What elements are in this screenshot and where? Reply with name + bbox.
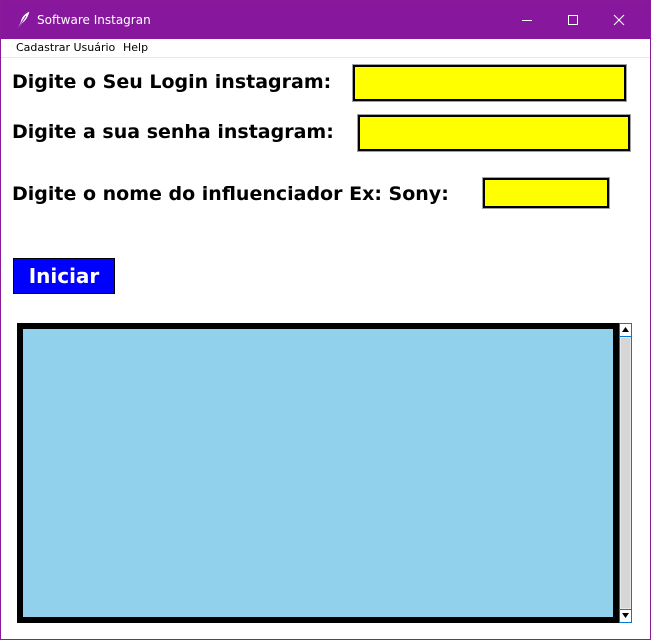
scroll-up-button[interactable] bbox=[620, 324, 631, 337]
minimize-icon bbox=[522, 20, 532, 21]
close-button[interactable] bbox=[596, 1, 642, 39]
close-icon bbox=[613, 14, 625, 26]
login-label: Digite o Seu Login instagram: bbox=[12, 71, 332, 93]
password-label: Digite a sua senha instagram: bbox=[12, 121, 334, 143]
minimize-button[interactable] bbox=[504, 1, 550, 39]
influencer-input[interactable] bbox=[482, 177, 610, 209]
window-title: Software Instagran bbox=[37, 13, 151, 27]
influencer-label: Digite o nome do influenciador Ex: Sony: bbox=[12, 183, 449, 205]
iniciar-button[interactable]: Iniciar bbox=[13, 258, 115, 294]
arrow-down-icon bbox=[622, 613, 629, 618]
maximize-icon bbox=[568, 15, 578, 25]
vertical-scrollbar[interactable] bbox=[619, 323, 632, 623]
menu-item-cadastrar-usuario[interactable]: Cadastrar Usuário bbox=[16, 41, 115, 54]
menu-item-help[interactable]: Help bbox=[123, 41, 148, 54]
login-input[interactable] bbox=[352, 64, 627, 102]
password-input[interactable] bbox=[357, 114, 631, 152]
app-window: Software Instagran Cadastrar Usuário Hel… bbox=[0, 0, 651, 640]
maximize-button[interactable] bbox=[550, 1, 596, 39]
title-bar[interactable]: Software Instagran bbox=[1, 1, 650, 39]
arrow-up-icon bbox=[622, 327, 629, 332]
feather-icon bbox=[17, 11, 30, 29]
scroll-down-button[interactable] bbox=[620, 609, 631, 622]
scroll-thumb[interactable] bbox=[621, 338, 630, 608]
output-text-area[interactable] bbox=[17, 323, 619, 623]
menu-bar: Cadastrar Usuário Help bbox=[1, 39, 650, 58]
